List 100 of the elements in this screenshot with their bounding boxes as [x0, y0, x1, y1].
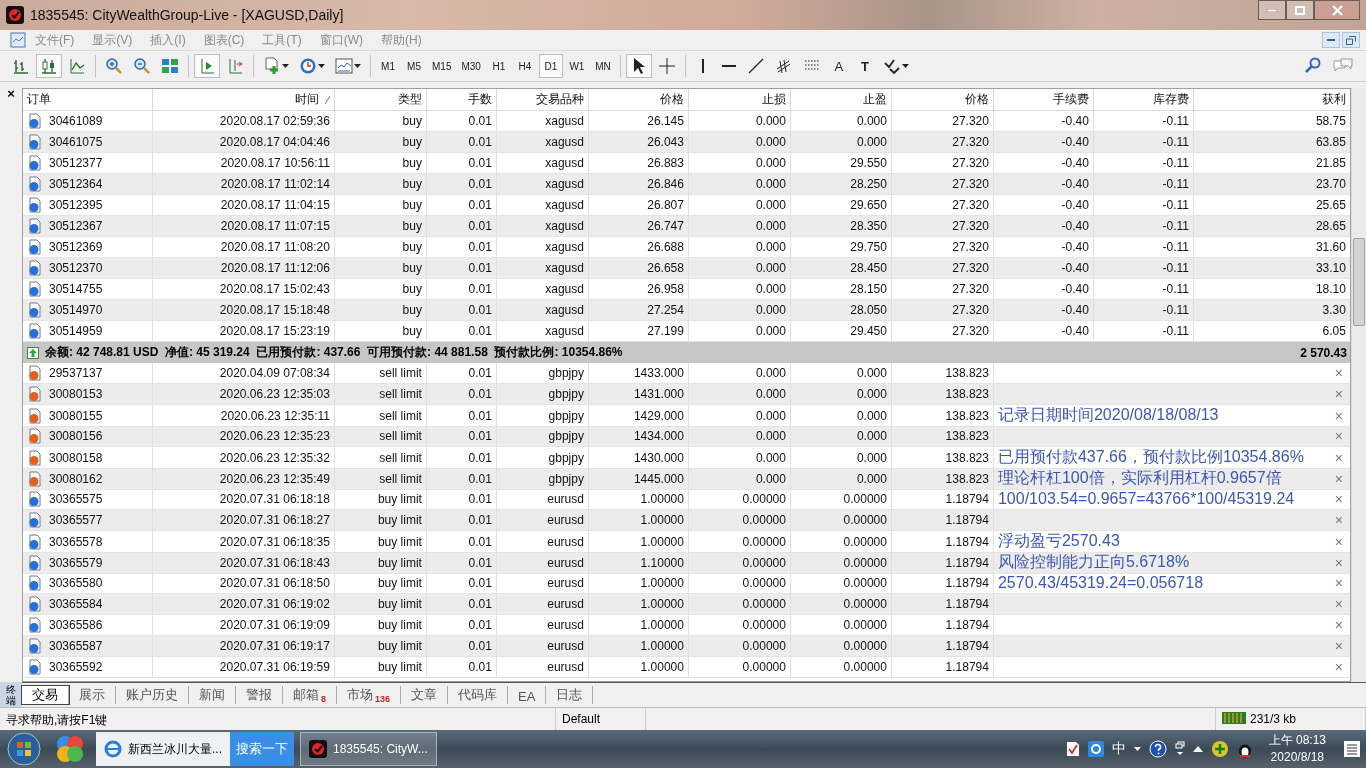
windows-stack-icon — [1174, 741, 1185, 757]
browser-icon — [104, 740, 122, 758]
minimize-button[interactable] — [1258, 0, 1286, 20]
delete-order-button[interactable]: × — [1330, 365, 1347, 381]
order-icon — [26, 638, 43, 654]
delete-order-button[interactable]: × — [1330, 512, 1347, 528]
sort-icon — [324, 95, 330, 104]
connection-meter-icon — [1222, 712, 1246, 724]
zoom-in-icon — [105, 57, 123, 75]
close-button[interactable] — [1314, 0, 1360, 20]
timeframe-button[interactable]: MN — [590, 54, 615, 78]
bar-chart-icon — [12, 57, 30, 75]
caret-icon — [1133, 747, 1141, 751]
account-summary: 余额: 42 748.81 USD 净值: 45 319.24 已用预付款: 437.66 可用预付款: 44 881.58 预付款比例: 10354.86% — [44, 344, 623, 361]
autoscroll-icon — [198, 57, 216, 75]
table-cell: 0.00000 — [790, 657, 892, 678]
order-icon — [26, 302, 43, 318]
autoscroll-button[interactable] — [194, 54, 220, 78]
clock-icon — [299, 57, 317, 75]
table-cell: 30365592 — [22, 657, 153, 678]
timeframe-button[interactable]: H4 — [512, 54, 537, 78]
delete-order-button[interactable]: × — [1330, 470, 1347, 487]
app-logo-icon — [309, 740, 327, 758]
caret-icon — [282, 64, 289, 68]
candlestick-button[interactable] — [36, 54, 62, 78]
unread-count-label: 8 — [321, 694, 326, 704]
order-icon — [26, 218, 43, 234]
timeframe-button[interactable]: M15 — [428, 54, 456, 78]
order-icon — [26, 260, 43, 276]
table-cell: 1.18794 — [891, 657, 994, 678]
tab[interactable]: 日志 — [546, 686, 594, 704]
timeframe-button[interactable]: W1 — [564, 54, 589, 78]
delete-order-button[interactable]: × — [1330, 596, 1347, 612]
help-text: 寻求帮助,请按F1键 — [6, 712, 108, 729]
crosshair-icon — [657, 57, 676, 75]
close-icon — [1331, 4, 1343, 16]
annotation-text: 记录日期时间2020/08/18/08/13 — [997, 405, 1220, 425]
tab[interactable]: 新闻 — [189, 686, 236, 704]
annotation-text: 100/103.54=0.9657=43766*100/45319.24 — [997, 490, 1296, 508]
tab[interactable]: EA — [508, 686, 547, 704]
timeframe-button[interactable]: M30 — [457, 54, 485, 78]
tab[interactable]: 展示 — [69, 686, 116, 704]
tab[interactable]: 警报 — [236, 686, 283, 704]
taskbar-item[interactable]: 1835545: CityW... — [300, 732, 437, 766]
up-arrow-icon — [26, 346, 39, 359]
notes-icon — [1342, 739, 1362, 759]
pdf-icon — [1065, 741, 1080, 757]
maximize-icon — [1295, 5, 1305, 15]
restore-button[interactable] — [1342, 32, 1360, 48]
delete-order-button[interactable]: × — [1330, 449, 1347, 466]
delete-order-button[interactable]: × — [1330, 533, 1347, 550]
annotation-text: 理论杆杠100倍，实际利用杠杆0.9657倍 — [997, 468, 1283, 488]
cursor-button[interactable] — [625, 54, 652, 78]
delete-order-button[interactable]: × — [1330, 575, 1347, 591]
order-icon — [26, 134, 43, 150]
traffic-text: 231/3 kb — [1250, 712, 1297, 726]
taskbar-item[interactable]: 新西兰冰川大量... — [96, 732, 230, 766]
add-icon — [1210, 740, 1229, 758]
order-icon — [26, 428, 43, 444]
app-tray-icon — [1087, 741, 1104, 757]
timeframe-button[interactable]: D1 — [538, 54, 563, 78]
unread-count-label: 136 — [375, 694, 391, 704]
delete-order-button[interactable]: × — [1330, 554, 1347, 571]
delete-order-button[interactable]: × — [1330, 491, 1347, 507]
table-cell: 1.00000 — [588, 657, 689, 678]
timeframe-button[interactable]: M1 — [376, 54, 400, 78]
clock-date: 2020/8/18 — [1270, 749, 1324, 766]
scroll-thumb[interactable] — [1353, 238, 1365, 326]
table-cell: eurusd — [496, 657, 589, 678]
delete-order-button[interactable]: × — [1330, 638, 1347, 654]
input-method-button[interactable]: 中 — [1111, 740, 1126, 758]
order-icon — [26, 386, 43, 402]
text-tool-button[interactable]: A — [826, 54, 851, 78]
tab[interactable]: 文章 — [401, 686, 449, 704]
arrows-icon — [882, 57, 901, 75]
delete-order-button[interactable]: × — [1330, 428, 1347, 444]
minimize-button[interactable] — [1322, 32, 1340, 48]
delete-order-button[interactable]: × — [1330, 386, 1347, 402]
floating-profit: 2 570.43 — [1300, 345, 1347, 360]
trendline-icon — [746, 57, 765, 75]
table-cell: 0.00000 — [688, 657, 791, 678]
timeframe-button[interactable]: M5 — [402, 54, 426, 78]
delete-order-button[interactable]: × — [1330, 617, 1347, 633]
caret-icon — [318, 64, 325, 68]
help-icon — [1148, 740, 1167, 758]
order-icon — [26, 512, 43, 528]
delete-order-button[interactable]: × — [1330, 407, 1347, 424]
text-tool-button[interactable]: T — [852, 54, 877, 78]
clock-time: 上午 08:13 — [1268, 732, 1326, 749]
tab[interactable]: 账户历史 — [116, 686, 189, 704]
tab[interactable]: 交易 — [22, 686, 69, 704]
caret-icon — [354, 64, 361, 68]
delete-order-button[interactable]: × — [1330, 659, 1347, 675]
tab[interactable]: 代码库 — [448, 686, 509, 704]
start-button[interactable] — [4, 731, 44, 767]
show-hidden-icons[interactable] — [1192, 746, 1203, 752]
close-button[interactable]: × — [7, 88, 15, 100]
table-cell: 2020.07.31 06:19:59 — [152, 657, 335, 678]
timeframe-button[interactable]: H1 — [486, 54, 511, 78]
maximize-button[interactable] — [1286, 0, 1314, 20]
